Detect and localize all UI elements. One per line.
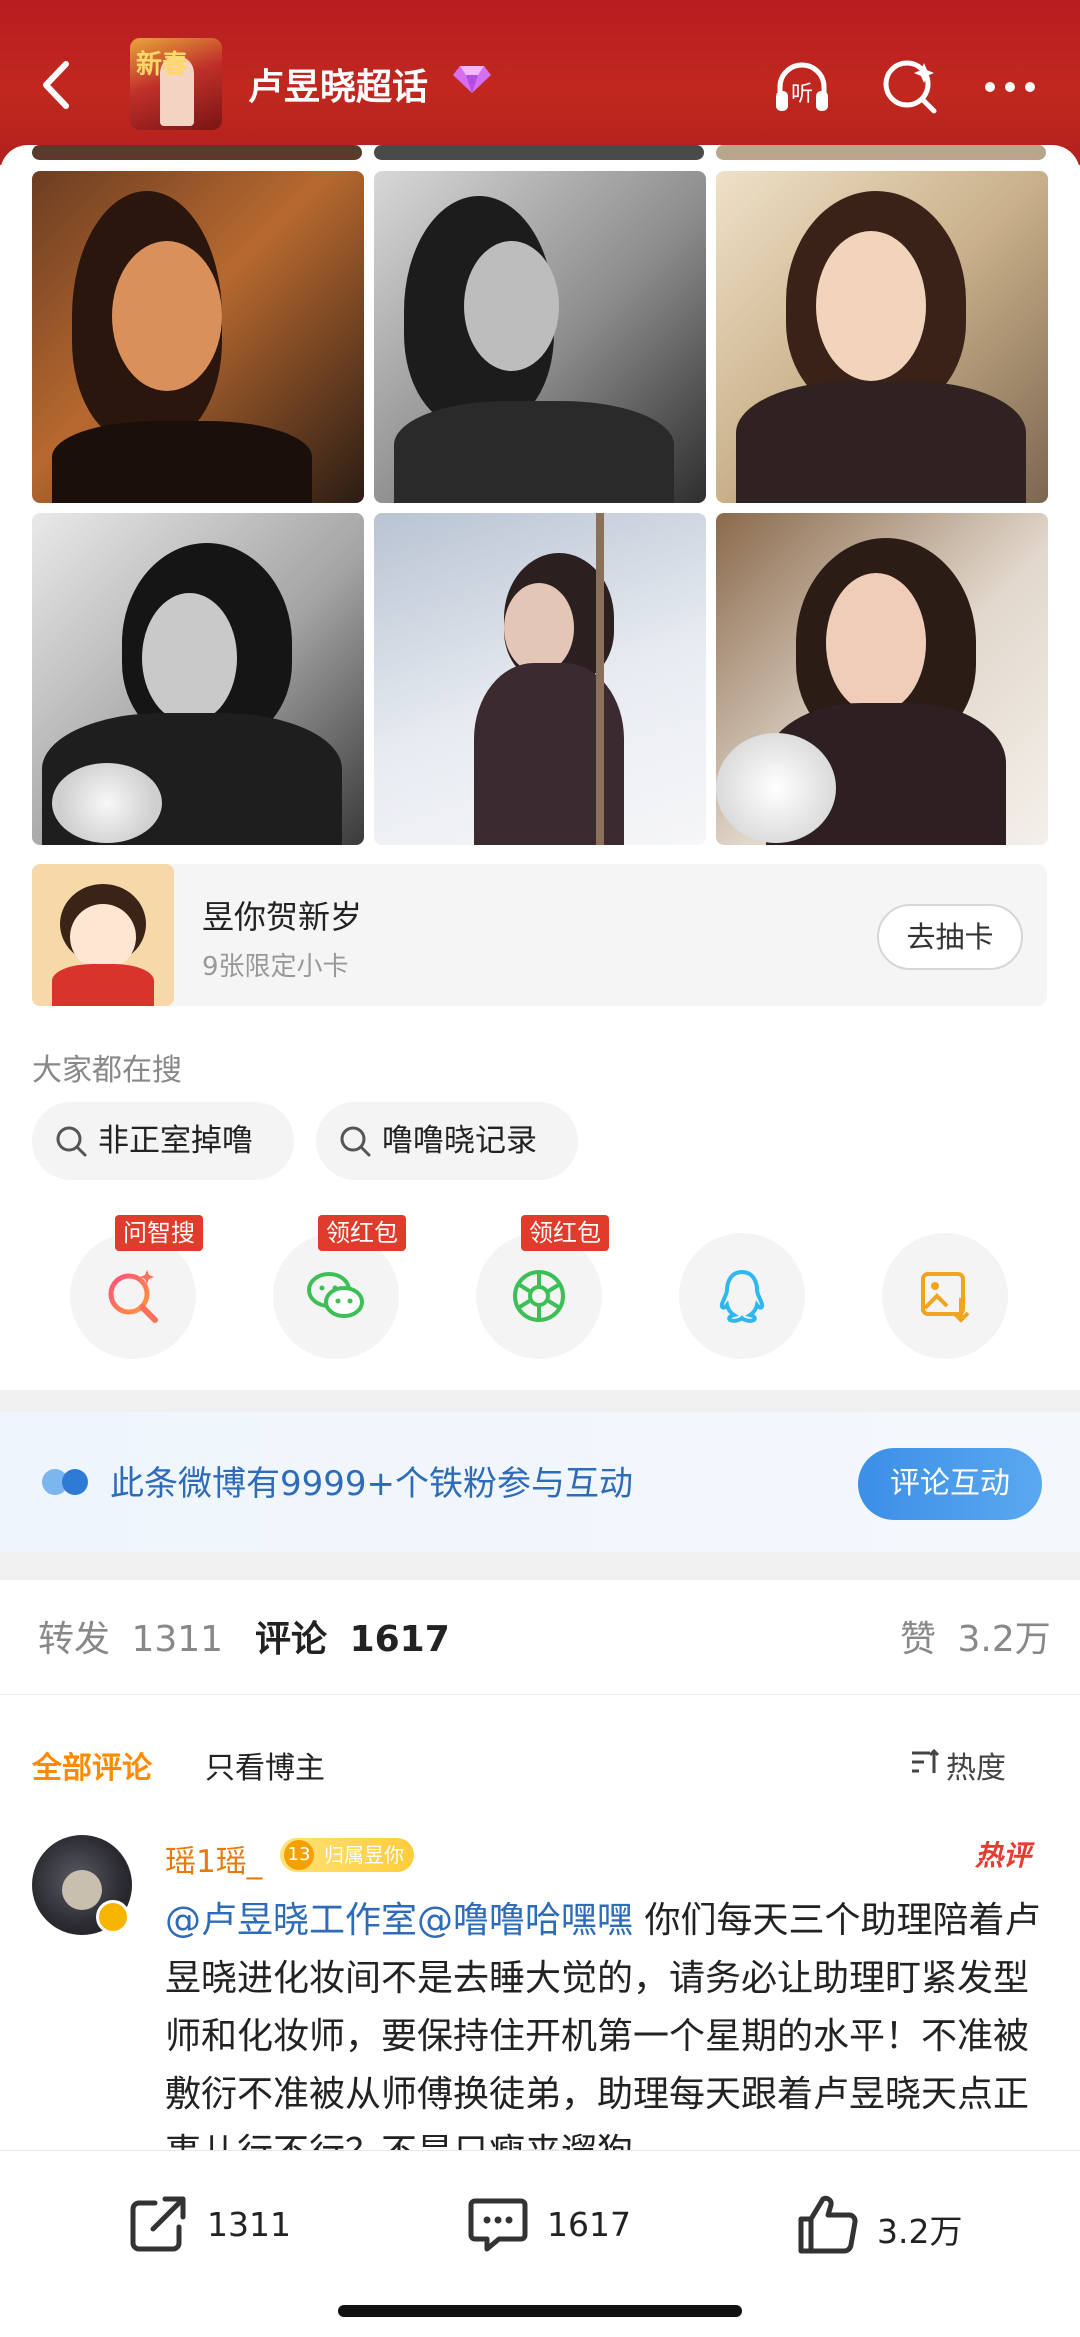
- more-button[interactable]: [978, 55, 1042, 119]
- share-wenzhisou[interactable]: 问智搜: [70, 1215, 203, 1359]
- promo-thumbnail: [32, 864, 174, 1006]
- draw-card-button[interactable]: 去抽卡: [877, 904, 1023, 970]
- comment-text: @卢昱晓工作室@噜噜哈嘿嘿 你们每天三个助理陪着卢昱晓进化妆间不是去睡大觉的，请…: [165, 1892, 1045, 2150]
- trending-search-label: 大家都在搜: [32, 1053, 182, 1088]
- card-draw-promo[interactable]: 昱你贺新岁 9张限定小卡 去抽卡: [32, 864, 1047, 1006]
- qq-icon: [719, 1269, 765, 1323]
- share-icon: [130, 2196, 186, 2252]
- tab-repost-label: 转发: [38, 1619, 111, 1660]
- more-icon: [985, 82, 1035, 92]
- search-chip-label: 噜噜晓记录: [382, 1123, 537, 1159]
- tab-likes-count: 3.2万: [957, 1619, 1051, 1660]
- headphones-icon: 听: [776, 62, 828, 111]
- photo-partial-1[interactable]: [32, 145, 362, 160]
- search-icon: [340, 1126, 371, 1157]
- photo-partial-3[interactable]: [716, 145, 1046, 160]
- share-qq[interactable]: [679, 1233, 805, 1359]
- tab-repost[interactable]: 转发 1311: [38, 1610, 223, 1662]
- section-divider: [0, 1552, 1080, 1580]
- sort-label: 热度: [946, 1751, 1006, 1786]
- photo-4[interactable]: [32, 513, 364, 845]
- share-badge: 领红包: [318, 1215, 406, 1251]
- share-wechat[interactable]: 领红包: [273, 1215, 406, 1359]
- verified-badge-icon: [96, 1900, 130, 1934]
- fans-banner-text: 此条微博有9999+个铁粉参与互动: [110, 1464, 634, 1504]
- search-icon: [883, 60, 937, 114]
- wechat-icon: [307, 1272, 364, 1318]
- tab-likes[interactable]: 赞 3.2万: [900, 1610, 1051, 1662]
- photo-3[interactable]: [716, 171, 1048, 503]
- sort-by-heat[interactable]: 热度: [912, 1743, 1006, 1787]
- tab-comments[interactable]: 评论 1617: [255, 1610, 450, 1662]
- save-image-icon: [921, 1272, 970, 1323]
- super-topic-avatar[interactable]: 新春: [130, 38, 222, 130]
- back-button[interactable]: [28, 50, 88, 120]
- comment-interact-button[interactable]: 评论互动: [858, 1448, 1042, 1520]
- mention-link[interactable]: @卢昱晓工作室: [165, 1900, 417, 1941]
- thumbs-up-icon: [798, 2195, 858, 2254]
- share-badge: 领红包: [521, 1215, 609, 1251]
- search-chip-1[interactable]: 非正室掉噜: [32, 1102, 294, 1180]
- photo-1[interactable]: [32, 171, 364, 503]
- hot-comment-tag: 热评: [975, 1839, 1032, 1872]
- diamond-icon: [453, 66, 491, 93]
- top-bar: 新春 卢昱晓超话 听: [0, 0, 1080, 165]
- toggle-dots-icon: [42, 1469, 88, 1495]
- listen-button[interactable]: 听: [770, 55, 834, 119]
- filter-all-comments[interactable]: 全部评论: [32, 1743, 152, 1787]
- share-badge: 问智搜: [115, 1215, 203, 1251]
- post-tabs: 转发 1311 评论 1617 赞 3.2万: [0, 1580, 1080, 1695]
- page-title: 卢昱晓超话: [248, 67, 429, 108]
- promo-title: 昱你贺新岁: [202, 898, 363, 936]
- tab-comments-count: 1617: [349, 1619, 450, 1660]
- post-card: 昱你贺新岁 9张限定小卡 去抽卡 大家都在搜 非正室掉噜 噜噜晓记录 问智搜 领…: [0, 145, 1080, 1390]
- commenter-name[interactable]: 瑶1瑶_: [165, 1836, 262, 1881]
- back-icon: [43, 61, 69, 109]
- search-chip-2[interactable]: 噜噜晓记录: [316, 1102, 578, 1180]
- comment-icon: [468, 2198, 528, 2252]
- comment-count: 1617: [547, 2205, 631, 2244]
- search-button[interactable]: [878, 55, 942, 119]
- mention-link[interactable]: @噜噜哈嘿嘿: [417, 1900, 633, 1941]
- filter-author-only[interactable]: 只看博主: [205, 1743, 325, 1787]
- tab-likes-label: 赞: [900, 1619, 937, 1660]
- home-indicator: [338, 2305, 742, 2317]
- fan-badge-label: 归属昱你: [324, 1843, 404, 1867]
- photo-6[interactable]: [716, 513, 1048, 845]
- avatar-stamp-text: 新春: [136, 50, 189, 80]
- share-save-image[interactable]: [882, 1233, 1008, 1359]
- ai-search-icon: [108, 1270, 158, 1323]
- fan-level-badge: 13 归属昱你: [280, 1838, 414, 1872]
- like-count: 3.2万: [877, 2212, 963, 2251]
- tab-comments-label: 评论: [255, 1619, 328, 1660]
- listen-label: 听: [791, 82, 813, 107]
- photo-2[interactable]: [374, 171, 706, 503]
- promo-subtitle: 9张限定小卡: [202, 952, 349, 982]
- tab-repost-count: 1311: [131, 1619, 224, 1660]
- photo-partial-2[interactable]: [374, 145, 704, 160]
- section-divider: [0, 1390, 1080, 1412]
- fan-level-number: 13: [284, 1840, 314, 1870]
- repost-count: 1311: [207, 2205, 291, 2244]
- photo-5[interactable]: [374, 513, 706, 845]
- active-tab-indicator: [292, 1682, 380, 1690]
- search-chip-label: 非正室掉噜: [98, 1123, 253, 1159]
- search-icon: [56, 1126, 87, 1157]
- fans-interaction-banner: 此条微博有9999+个铁粉参与互动 评论互动: [0, 1412, 1080, 1552]
- moments-icon: [513, 1270, 565, 1322]
- share-moments[interactable]: 领红包: [476, 1215, 609, 1359]
- sort-icon: [912, 1748, 940, 1773]
